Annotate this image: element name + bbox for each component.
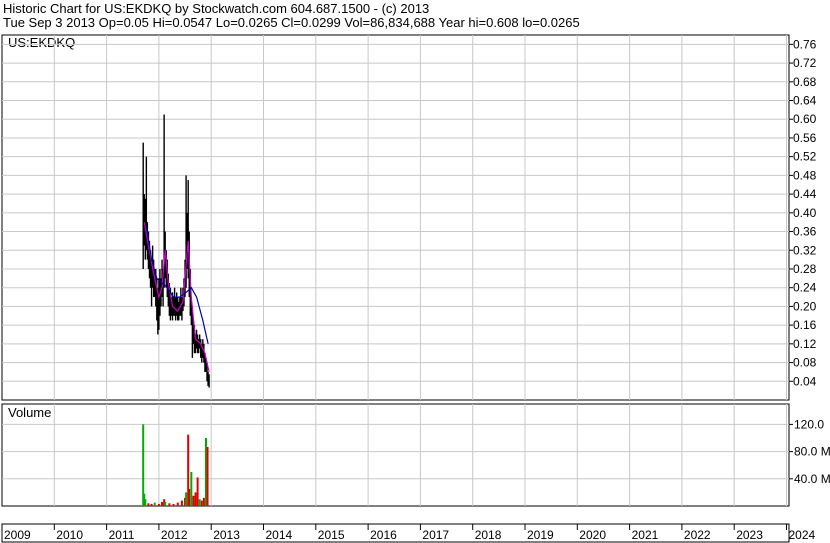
y-tick-label: 0.60 — [793, 112, 817, 126]
x-tick-label: 2018 — [475, 528, 502, 542]
volume-tick-label: 40.0 M — [794, 472, 830, 486]
chart-header-quote: Tue Sep 3 2013 Op=0.05 Hi=0.0547 Lo=0.02… — [3, 15, 580, 30]
x-tick-label: 2020 — [579, 528, 606, 542]
price-panel-symbol: US:EKDKQ — [8, 35, 75, 50]
x-tick-label: 2011 — [109, 528, 135, 542]
y-tick-label: 0.64 — [793, 94, 817, 108]
y-tick-label: 0.44 — [793, 187, 817, 201]
x-tick-label: 2015 — [318, 528, 345, 542]
x-tick-label: 2013 — [213, 528, 240, 542]
volume-tick-label: 120.0 — [794, 417, 824, 431]
stock-chart: Historic Chart for US:EKDKQ by Stockwatc… — [0, 0, 830, 543]
y-tick-label: 0.56 — [793, 131, 817, 145]
x-tick-label: 2024 — [789, 528, 816, 542]
y-tick-label: 0.04 — [793, 374, 817, 388]
x-tick-label: 2017 — [422, 528, 449, 542]
x-tick-label: 2009 — [4, 528, 31, 542]
x-tick-label: 2022 — [684, 528, 711, 542]
x-tick-label: 2016 — [370, 528, 397, 542]
volume-panel-title: Volume — [8, 405, 51, 420]
volume-y-axis: 120.0 80.0 M 40.0 M — [789, 417, 830, 486]
y-tick-label: 0.40 — [793, 206, 817, 220]
y-tick-label: 0.68 — [793, 75, 817, 89]
x-tick-label: 2014 — [266, 528, 293, 542]
y-tick-label: 0.76 — [793, 37, 817, 51]
x-tick-label: 2019 — [527, 528, 554, 542]
x-tick-label: 2021 — [632, 528, 659, 542]
y-tick-label: 0.24 — [793, 281, 817, 295]
y-tick-label: 0.36 — [793, 225, 817, 239]
volume-tick-label: 80.0 M — [794, 445, 830, 459]
y-tick-label: 0.52 — [793, 150, 817, 164]
chart-header-title: Historic Chart for US:EKDKQ by Stockwatc… — [3, 1, 429, 16]
x-tick-label: 2023 — [736, 528, 763, 542]
x-tick-label: 2012 — [161, 528, 188, 542]
y-tick-label: 0.20 — [793, 299, 817, 313]
y-tick-label: 0.32 — [793, 243, 817, 257]
y-tick-label: 0.16 — [793, 318, 817, 332]
y-tick-label: 0.28 — [793, 262, 817, 276]
y-tick-label: 0.48 — [793, 168, 817, 182]
y-tick-label: 0.72 — [793, 56, 817, 70]
x-tick-label: 2010 — [56, 528, 83, 542]
y-tick-label: 0.08 — [793, 356, 817, 370]
y-tick-label: 0.12 — [793, 337, 817, 351]
